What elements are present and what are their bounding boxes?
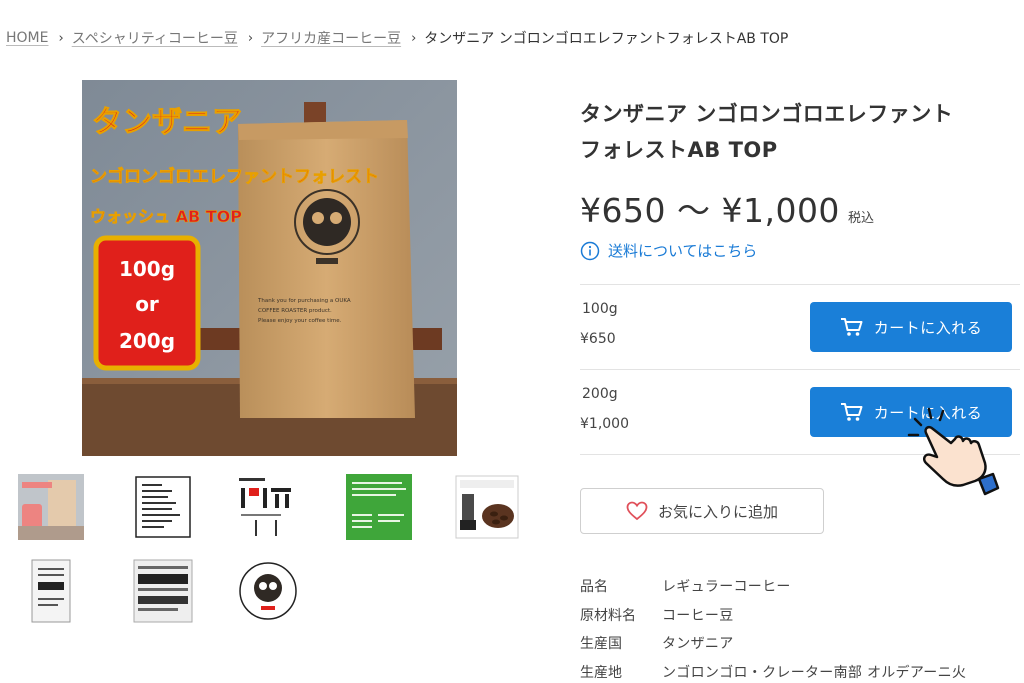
breadcrumb-separator: › — [247, 30, 254, 46]
product-title: タンザニア ンゴロンゴロエレファント フォレストAB TOP — [580, 96, 1010, 168]
spec-value: ンゴロンゴロ・クレーター南部 オルデアーニ火 — [662, 664, 967, 681]
variant-row-100g: 100g ¥650 カートに入れる — [580, 285, 1020, 370]
product-title-line2: フォレストAB TOP — [580, 138, 778, 162]
bag-label-text-3: Please enjoy your coffee time. — [258, 318, 342, 324]
spec-key: 生産国 — [580, 636, 622, 653]
thumbnail-5[interactable] — [454, 474, 520, 540]
tax-label: 税込 — [847, 211, 874, 226]
info-icon — [580, 241, 600, 260]
cart-icon — [840, 318, 863, 336]
variant-price: ¥650 — [580, 331, 616, 347]
thumbnail-4[interactable] — [346, 474, 412, 540]
thumbnail-2[interactable] — [130, 474, 196, 540]
breadcrumb-african-coffee[interactable]: アフリカ産コーヒー豆 — [261, 28, 401, 48]
spec-row: 生産地 ンゴロンゴロ・クレーター南部 オルデアーニ火 — [580, 658, 1020, 683]
breadcrumb-separator: › — [58, 30, 64, 46]
price-row: ¥650 〜 ¥1,000 税込 — [580, 184, 874, 232]
spec-value: レギュラーコーヒー — [662, 579, 791, 596]
hand-pointer-icon — [907, 407, 1000, 496]
breadcrumb-separator: › — [411, 30, 417, 46]
image-title-text: タンザニア — [92, 105, 242, 140]
add-to-favorites-button[interactable]: お気に入りに追加 — [580, 488, 824, 534]
breadcrumb-specialty-coffee[interactable]: スペシャリティコーヒー豆 — [72, 28, 238, 48]
thumbnail-gallery — [18, 474, 528, 624]
variant-name: 100g — [582, 301, 618, 317]
spec-row: 原材料名 コーヒー豆 — [580, 601, 1020, 630]
image-subtitle-text: ンゴロンゴロエレファントフォレスト — [90, 166, 379, 187]
image-badge-200g: 200g — [119, 329, 175, 353]
spec-key: 原材料名 — [580, 607, 636, 624]
breadcrumb-home[interactable]: HOME — [6, 30, 48, 46]
breadcrumb: HOME › スペシャリティコーヒー豆 › アフリカ産コーヒー豆 › タンザニア… — [6, 28, 788, 48]
image-badge-or: or — [135, 292, 159, 316]
image-badge-100g: 100g — [119, 257, 175, 281]
image-grade-text: ウォッシュ AB TOP — [90, 207, 242, 226]
spec-value: タンザニア — [662, 636, 734, 653]
bag-label-text-2: COFFEE ROASTER product. — [258, 308, 332, 314]
cart-icon — [840, 403, 863, 421]
thumbnail-7[interactable] — [130, 558, 196, 624]
product-page: HOME › スペシャリティコーヒー豆 › アフリカ産コーヒー豆 › タンザニア… — [0, 0, 1024, 683]
shipping-info-link[interactable]: 送料についてはこちら — [580, 240, 757, 261]
add-to-cart-100g-button[interactable]: カートに入れる — [810, 302, 1012, 352]
thumbnail-8[interactable] — [235, 558, 301, 624]
product-price: ¥650 〜 ¥1,000 — [580, 191, 840, 230]
spec-value: コーヒー豆 — [662, 607, 734, 624]
bag-label-text-1: Thank you for purchasing a OUKA — [257, 298, 351, 304]
thumbnail-6[interactable] — [18, 558, 84, 624]
shipping-link-label: 送料についてはこちら — [608, 242, 758, 260]
add-to-cart-label: カートに入れる — [873, 318, 983, 337]
product-specs: 品名 レギュラーコーヒー 原材料名 コーヒー豆 生産国 タンザニア 生産地 ンゴ… — [580, 572, 1020, 683]
product-title-line1: タンザニア ンゴロンゴロエレファント — [580, 102, 954, 126]
main-product-image[interactable]: タンザニア ンゴロンゴロエレファントフォレスト ウォッシュ AB TOP 100… — [82, 80, 457, 456]
variant-price: ¥1,000 — [580, 416, 629, 432]
thumbnail-3[interactable] — [235, 474, 301, 540]
thumbnail-1[interactable] — [18, 474, 84, 540]
spec-row: 生産国 タンザニア — [580, 629, 1020, 658]
favorite-label: お気に入りに追加 — [657, 502, 778, 521]
variant-name: 200g — [582, 386, 618, 402]
spec-key: 生産地 — [580, 664, 622, 681]
spec-row: 品名 レギュラーコーヒー — [580, 572, 1020, 601]
breadcrumb-current: タンザニア ンゴロンゴロエレファントフォレストAB TOP — [424, 31, 789, 47]
heart-icon — [626, 501, 648, 521]
spec-key: 品名 — [580, 579, 608, 596]
